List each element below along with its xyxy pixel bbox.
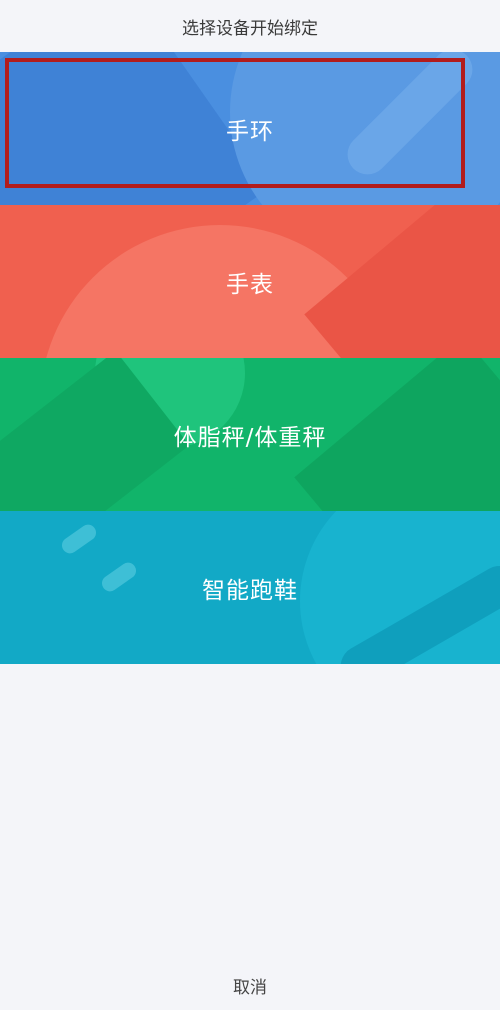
device-card-watch[interactable]: 手表 — [0, 205, 500, 358]
device-label: 体脂秤/体重秤 — [173, 424, 327, 451]
device-label: 手表 — [226, 271, 274, 298]
device-label: 智能跑鞋 — [202, 577, 298, 604]
page-title-text: 选择设备开始绑定 — [182, 18, 318, 39]
selection-highlight — [5, 58, 465, 188]
device-card-shoe[interactable]: 智能跑鞋 — [0, 511, 500, 664]
page-title: 选择设备开始绑定 — [0, 0, 500, 52]
device-card-scale[interactable]: 体脂秤/体重秤 — [0, 358, 500, 511]
cancel-button[interactable]: 取消 — [0, 960, 500, 1010]
cancel-label: 取消 — [233, 977, 267, 998]
